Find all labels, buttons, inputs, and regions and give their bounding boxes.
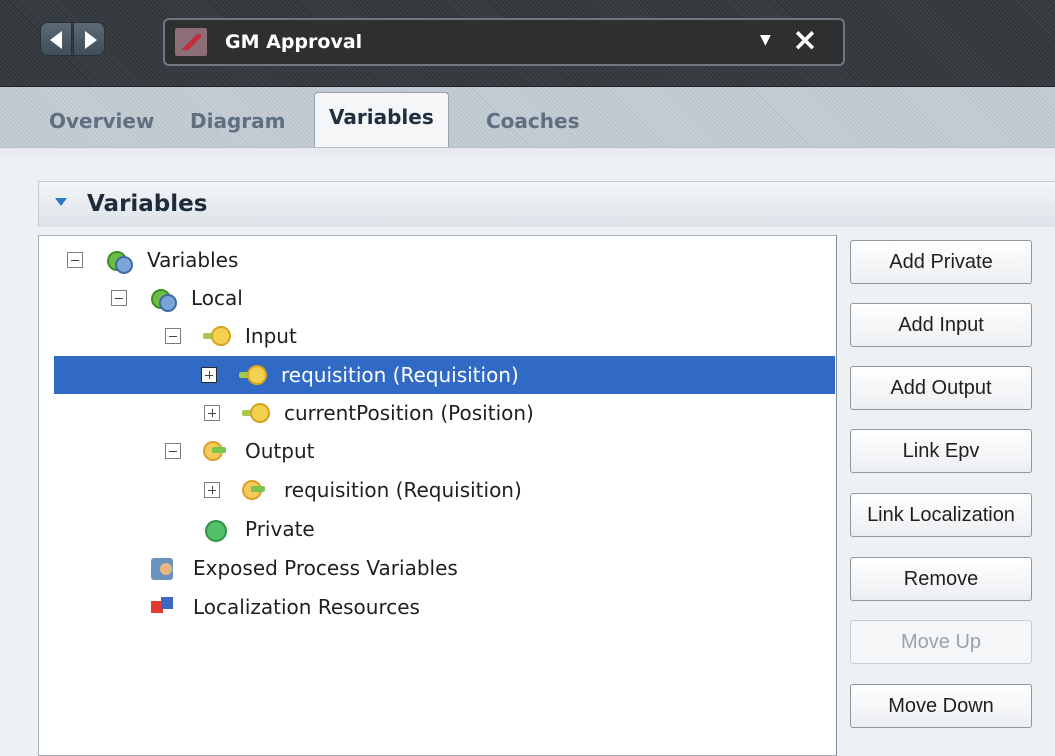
collapse-icon[interactable] [67,252,83,268]
tree-item-input[interactable]: Input [165,317,297,355]
process-title-selector[interactable]: GM Approval ▼ × [163,18,845,66]
input-variable-icon [201,324,231,348]
tree-item-private[interactable]: Private [201,510,315,548]
collapse-icon[interactable] [165,328,181,344]
output-variable-icon [201,439,229,463]
local-variables-icon [147,286,177,312]
expand-icon[interactable] [201,367,217,383]
add-output-button[interactable]: Add Output [850,366,1032,410]
add-private-button[interactable]: Add Private [850,240,1032,284]
process-title: GM Approval [225,31,363,53]
link-epv-button[interactable]: Link Epv [850,429,1032,473]
tree-item-label: Exposed Process Variables [193,556,458,580]
variables-section-header[interactable]: Variables [38,181,1055,227]
tree-item-exposed-process-variables[interactable]: Exposed Process Variables [149,549,458,587]
process-icon [175,28,207,56]
add-input-button[interactable]: Add Input [850,303,1032,347]
exposed-process-variables-icon [149,556,177,580]
forward-button[interactable] [73,22,105,56]
close-icon[interactable]: × [792,22,818,58]
localization-resources-icon [149,595,177,619]
back-icon [50,31,62,49]
tree-item-label: Variables [147,248,239,272]
input-variable-icon [237,363,267,387]
tree-item-input-requisition[interactable]: requisition (Requisition) [54,356,835,394]
expand-icon[interactable] [204,405,220,421]
tree-item-label: currentPosition (Position) [284,401,534,425]
variables-icon [103,248,133,274]
tree-item-label: Input [245,324,297,348]
back-button[interactable] [40,22,72,56]
input-variable-icon [240,401,270,425]
tree-item-label: requisition (Requisition) [284,478,522,502]
tab-diagram[interactable]: Diagram [184,97,291,147]
tab-coaches[interactable]: Coaches [480,97,585,147]
section-title: Variables [87,191,208,217]
tab-variables[interactable]: Variables [314,92,449,147]
tree-item-variables[interactable]: Variables [67,241,238,279]
tree-item-label: Localization Resources [193,595,420,619]
tree-item-output-requisition[interactable]: requisition (Requisition) [204,471,522,509]
tree-item-label: requisition (Requisition) [281,363,519,387]
variables-panel: Variables Variables Local Input requisit… [0,157,1055,756]
remove-button[interactable]: Remove [850,557,1032,601]
link-localization-button[interactable]: Link Localization [850,493,1032,537]
forward-icon [85,31,97,49]
move-down-button[interactable]: Move Down [850,684,1032,728]
tab-divider [0,147,1055,157]
output-variable-icon [240,478,268,502]
collapse-icon[interactable] [111,290,127,306]
tree-item-label: Local [191,286,243,310]
tree-item-output[interactable]: Output [165,432,314,470]
chevron-down-icon[interactable] [55,198,67,206]
dropdown-icon[interactable]: ▼ [760,32,771,48]
collapse-icon[interactable] [165,443,181,459]
tree-item-label: Private [245,517,315,541]
private-variable-icon [201,517,229,542]
expand-icon[interactable] [204,482,220,498]
tab-overview[interactable]: Overview [43,97,160,147]
tab-bar: Overview Diagram Variables Coaches [0,87,1055,147]
tree-item-localization-resources[interactable]: Localization Resources [149,588,420,626]
tree-item-label: Output [245,439,315,463]
variables-tree[interactable]: Variables Local Input requisition (Requi… [38,235,837,756]
tree-item-current-position[interactable]: currentPosition (Position) [204,394,534,432]
tree-item-local[interactable]: Local [111,279,243,317]
top-header: GM Approval ▼ × [0,0,1055,87]
move-up-button[interactable]: Move Up [850,620,1032,664]
